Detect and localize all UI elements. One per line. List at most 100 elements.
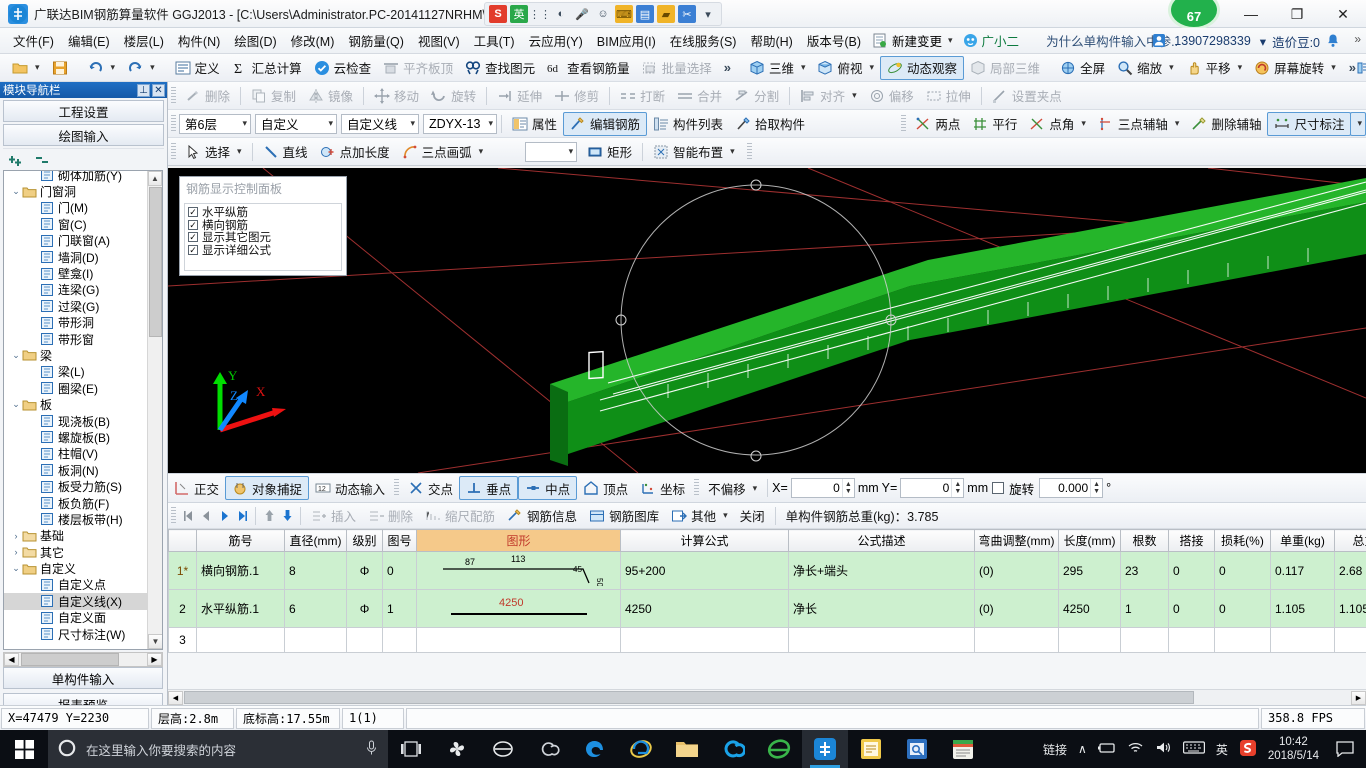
hscroll-thumb[interactable] bbox=[21, 653, 119, 666]
menu-rebar-qty[interactable]: 钢筋量(Q) bbox=[341, 28, 411, 53]
object-snap-toggle[interactable]: 对象捕捉 bbox=[225, 476, 310, 500]
checkbox-icon[interactable]: ✓ bbox=[188, 244, 198, 255]
tree-node[interactable]: 窗(C) bbox=[4, 216, 147, 232]
cell-lap[interactable]: 0 bbox=[1168, 551, 1215, 590]
col-figure-no[interactable]: 图号 bbox=[382, 529, 417, 552]
y-offset-field[interactable] bbox=[901, 479, 952, 497]
360-browser-icon[interactable] bbox=[710, 730, 756, 768]
notification-icon[interactable] bbox=[1330, 730, 1360, 768]
menu-draw[interactable]: 绘图(D) bbox=[227, 28, 283, 53]
search-box[interactable]: 在这里输入你要搜索的内容 bbox=[48, 730, 388, 768]
cell-formula[interactable]: 95+200 bbox=[620, 551, 789, 590]
last-record-button[interactable] bbox=[233, 506, 251, 526]
checkbox-icon[interactable]: ✓ bbox=[188, 207, 198, 218]
cell-count[interactable]: 23 bbox=[1120, 551, 1169, 590]
grid-scroll-left-button[interactable]: ◀ bbox=[168, 690, 183, 705]
menu-bim-app[interactable]: BIM应用(I) bbox=[590, 28, 663, 53]
point-length-tool-button[interactable]: 点加长度 bbox=[314, 140, 396, 164]
vertex-snap[interactable]: 顶点 bbox=[577, 476, 634, 500]
other-button[interactable]: 其他 ▾ bbox=[665, 504, 734, 528]
cell-count[interactable]: 1 bbox=[1120, 589, 1169, 628]
tree-node[interactable]: 壁龛(I) bbox=[4, 265, 147, 281]
view-toolbar-overflow-icon[interactable]: » bbox=[1343, 60, 1362, 75]
cell-diameter[interactable]: 6 bbox=[284, 589, 347, 628]
perpendicular-snap[interactable]: 垂点 bbox=[459, 476, 519, 500]
dynamic-input-toggle[interactable]: 12 动态输入 bbox=[309, 476, 391, 500]
view-rebar-qty-button[interactable]: 6d 查看钢筋量 bbox=[541, 56, 636, 80]
tree-node[interactable]: 墙洞(D) bbox=[4, 249, 147, 265]
cell-figure-no[interactable]: 1 bbox=[382, 589, 417, 628]
cell-rebar-no[interactable]: 水平纵筋.1 bbox=[196, 589, 285, 628]
calc-icon[interactable]: ▤ bbox=[636, 5, 654, 23]
undo-button[interactable]: ▾ bbox=[82, 56, 122, 80]
three-point-arc-button[interactable]: 三点画弧 ▾ bbox=[396, 140, 490, 164]
pan-button[interactable]: 平移 ▾ bbox=[1180, 56, 1249, 80]
point-angle-axis-button[interactable]: 点角 ▾ bbox=[1023, 112, 1092, 136]
three-point-axis-button[interactable]: 三点辅轴 ▾ bbox=[1092, 112, 1186, 136]
offset-button[interactable]: 偏移 bbox=[863, 84, 920, 108]
cell-rownum[interactable]: 2 bbox=[168, 589, 197, 628]
close-editor-button[interactable]: 关闭 bbox=[734, 504, 771, 528]
cell-diameter[interactable] bbox=[284, 627, 347, 653]
tree-node[interactable]: 尺寸标注(W) bbox=[4, 626, 147, 642]
assistant-button[interactable]: 广小二 bbox=[958, 29, 1025, 52]
keyboard-icon[interactable]: ⌨ bbox=[615, 5, 633, 23]
green-browser-icon[interactable] bbox=[756, 730, 802, 768]
tree-node[interactable]: 门联窗(A) bbox=[4, 233, 147, 249]
menu-view[interactable]: 视图(V) bbox=[411, 28, 467, 53]
tree-twisty-icon[interactable]: ⌄ bbox=[10, 563, 22, 574]
component-select[interactable]: ZDYX-13 ▾ bbox=[423, 113, 497, 134]
col-loss[interactable]: 损耗(%) bbox=[1214, 529, 1271, 552]
draw-toolbar-grip-end[interactable] bbox=[746, 142, 752, 161]
cell-formula-desc[interactable] bbox=[788, 627, 975, 653]
intersection-snap[interactable]: 交点 bbox=[402, 476, 459, 500]
tree-node[interactable]: 门(M) bbox=[4, 200, 147, 216]
cell-figure[interactable]: 87 113 45 50 bbox=[416, 551, 621, 590]
scale-rebar-button[interactable]: 缩尺配筋 bbox=[419, 504, 501, 528]
cell-total-weight[interactable]: 2.68 bbox=[1334, 551, 1366, 590]
menu-file[interactable]: 文件(F) bbox=[6, 28, 61, 53]
save-button[interactable] bbox=[46, 56, 74, 80]
cell-grade[interactable]: Φ bbox=[346, 551, 383, 590]
tree-node[interactable]: 梁(L) bbox=[4, 364, 147, 380]
extend-button[interactable]: 延伸 bbox=[491, 84, 548, 108]
next-record-button[interactable] bbox=[215, 506, 233, 526]
cell-bend-adjust[interactable] bbox=[974, 627, 1059, 653]
summary-calc-button[interactable]: Σ 汇总计算 bbox=[226, 56, 308, 80]
project-settings-button[interactable]: 工程设置 bbox=[3, 100, 164, 122]
draw-mode-select[interactable]: ▾ bbox=[525, 141, 578, 162]
cell-diameter[interactable]: 8 bbox=[284, 551, 347, 590]
first-record-button[interactable] bbox=[179, 506, 197, 526]
scroll-thumb[interactable] bbox=[149, 187, 162, 337]
y-offset-input[interactable]: ▲▼ bbox=[900, 478, 965, 498]
x-offset-input[interactable]: ▲▼ bbox=[790, 478, 855, 498]
close-button[interactable]: ✕ bbox=[1320, 0, 1366, 28]
single-component-input-button[interactable]: 单构件输入 bbox=[3, 667, 163, 689]
cell-lap[interactable]: 0 bbox=[1168, 589, 1215, 628]
batch-select-button[interactable]: 批量选择 bbox=[636, 56, 718, 80]
tree-node[interactable]: 砌体加筋(Y) bbox=[4, 171, 147, 183]
floor-select[interactable]: 第6层 ▾ bbox=[179, 113, 251, 134]
tree-node[interactable]: 螺旋板(B) bbox=[4, 429, 147, 445]
tree-node[interactable]: 板负筋(F) bbox=[4, 495, 147, 511]
col-grade[interactable]: 级别 bbox=[346, 529, 383, 552]
volume-icon[interactable] bbox=[1155, 741, 1172, 757]
cell-count[interactable] bbox=[1120, 627, 1169, 653]
pick-component-button[interactable]: 拾取构件 bbox=[729, 112, 811, 136]
insert-row-button[interactable]: 插入 bbox=[305, 504, 362, 528]
trim-button[interactable]: 修剪 bbox=[548, 84, 605, 108]
spiral-icon[interactable] bbox=[526, 730, 572, 768]
sogou-icon[interactable] bbox=[1239, 739, 1257, 760]
tree-node[interactable]: › 其它 bbox=[4, 544, 147, 560]
tree-node[interactable]: ⌄ 门窗洞 bbox=[4, 183, 147, 199]
account-phone[interactable]: 13907298339 bbox=[1174, 34, 1250, 48]
type-select[interactable]: 自定义线 ▾ bbox=[341, 113, 419, 134]
microphone-icon[interactable] bbox=[365, 740, 378, 759]
mic-icon[interactable]: 🎤 bbox=[573, 5, 591, 23]
delete-row-button[interactable]: 删除 bbox=[362, 504, 419, 528]
cell-figure-no[interactable]: 0 bbox=[382, 551, 417, 590]
cell-unit-weight[interactable]: 1.105 bbox=[1270, 589, 1335, 628]
edit-rebar-button[interactable]: 编辑钢筋 bbox=[563, 111, 648, 136]
scroll-left-button[interactable]: ◀ bbox=[4, 653, 19, 666]
taskbar-clock[interactable]: 10:42 2018/5/14 bbox=[1268, 735, 1319, 763]
